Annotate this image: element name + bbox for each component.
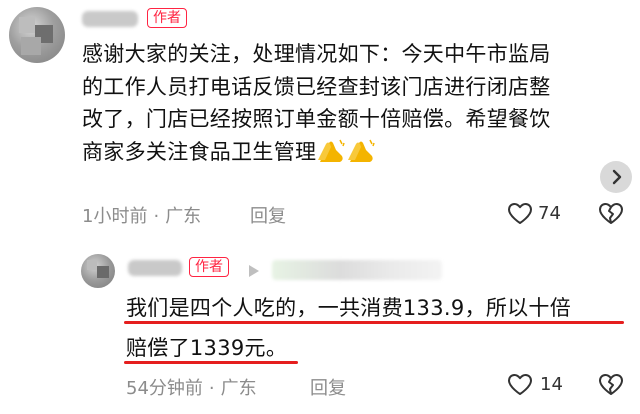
avatar[interactable] <box>81 254 115 288</box>
comment-meta: 1小时前 · 广东 <box>82 206 202 227</box>
like-count: 14 <box>540 374 563 395</box>
author-name[interactable] <box>128 260 182 276</box>
location: 广东 <box>220 378 257 399</box>
comment-line: 商家多关注食品卫生管理 <box>82 136 630 169</box>
clapping-hands-icon <box>346 138 376 164</box>
heart-icon <box>508 374 532 395</box>
reply-button[interactable]: 回复 <box>250 202 286 228</box>
dislike-button[interactable] <box>598 373 624 401</box>
avatar[interactable] <box>9 7 65 63</box>
timestamp: 1小时前 <box>82 206 148 227</box>
author-badge: 作者 <box>147 8 187 28</box>
broken-heart-icon <box>599 203 623 224</box>
location: 广东 <box>165 206 202 227</box>
play-arrow-icon <box>248 263 260 282</box>
highlight-underline <box>124 361 298 364</box>
like-count: 74 <box>538 203 561 224</box>
dislike-button[interactable] <box>598 202 624 230</box>
clapping-hands-icon <box>316 138 346 164</box>
comment-body: 我们是四个人吃的，一共消费133.9，所以十倍 赔偿了1339元。 <box>126 288 626 368</box>
comment-meta: 54分钟前 · 广东 <box>126 378 257 399</box>
like-button[interactable] <box>507 202 533 230</box>
reply-target-name[interactable] <box>272 260 442 280</box>
highlight-underline <box>124 321 624 324</box>
reply-button[interactable]: 回复 <box>310 374 346 400</box>
chevron-right-icon <box>612 169 622 185</box>
author-name[interactable] <box>82 11 138 27</box>
comment-line: 改了，门店已经按照订单金额十倍赔偿。希望餐饮 <box>82 107 551 131</box>
comment-line: 感谢大家的关注，处理情况如下：今天中午市监局 <box>82 42 551 66</box>
comment-body: 感谢大家的关注，处理情况如下：今天中午市监局 的工作人员打电话反馈已经查封该门店… <box>82 38 630 168</box>
broken-heart-icon <box>599 374 623 395</box>
like-button[interactable] <box>507 373 533 401</box>
heart-icon <box>508 203 532 224</box>
timestamp: 54分钟前 <box>126 378 203 399</box>
author-badge: 作者 <box>189 257 229 277</box>
expand-button[interactable] <box>600 161 632 193</box>
comment-line: 的工作人员打电话反馈已经查封该门店进行闭店整 <box>82 74 551 99</box>
